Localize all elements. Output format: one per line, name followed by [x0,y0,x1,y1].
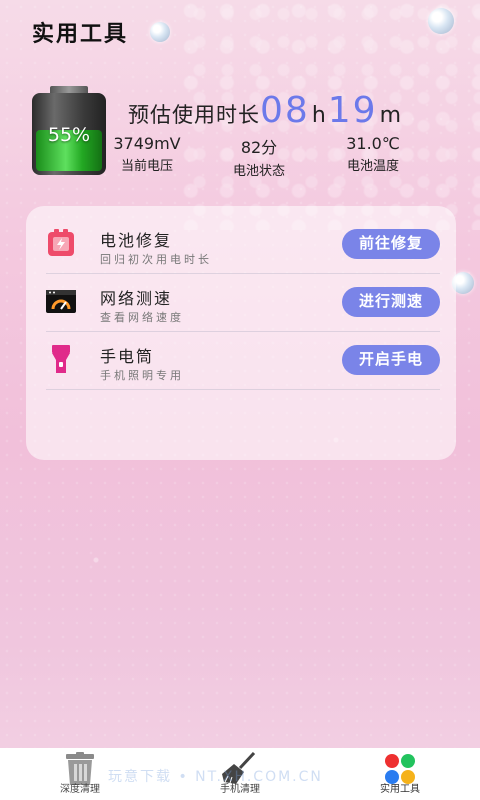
stat-value: 82分 [240,138,278,157]
app-header: 实用工具 [0,0,480,62]
watermark: 玩意下载 • NT.XH.COM.CN [108,769,323,785]
estimate-minutes-unit: m [379,103,402,128]
decor-pearl [428,8,454,34]
tool-row-battery-repair: 电池修复 回归初次用电时长 前往修复 [46,216,440,274]
flashlight-icon [46,344,76,374]
speedometer-icon [46,286,76,316]
tool-row-flashlight: 手电筒 手机照明专用 开启手电 [46,332,440,390]
tool-desc: 回归初次用电时长 [100,253,212,266]
estimated-usage-time: 预估使用时长 08 h 19 m [128,90,403,131]
estimate-hours-unit: h [311,103,326,128]
tools-card: 电池修复 回归初次用电时长 前往修复 网络测速 查看网络速度 进行测速 手电筒 … [26,206,456,460]
nav-label: 实用工具 [380,784,420,795]
battery-info: 55% 预估使用时长 08 h 19 m 3749mV 当前电压 82分 电池状… [0,80,480,180]
stat-label: 电池温度 [346,159,399,174]
stat-health: 82分 电池状态 [204,134,314,179]
estimate-hours: 08 [260,90,310,131]
battery-repair-icon [46,228,76,258]
stat-temperature: 31.0℃ 电池温度 [318,134,428,174]
stat-value: 3749mV [113,134,181,153]
estimate-label: 预估使用时长 [128,103,260,127]
estimate-minutes: 19 [327,90,378,131]
decor-pearl [150,22,170,42]
page-title: 实用工具 [32,22,129,47]
stat-label: 当前电压 [120,159,173,174]
tool-desc: 手机照明专用 [100,369,184,382]
battery-stats: 3749mV 当前电压 82分 电池状态 31.0℃ 电池温度 [113,134,448,179]
stat-label: 电池状态 [232,164,285,179]
repair-button[interactable]: 前往修复 [342,229,440,259]
tool-row-speed-test: 网络测速 查看网络速度 进行测速 [46,274,440,332]
stat-voltage: 3749mV 当前电压 [92,134,202,174]
stat-value: 31.0℃ [346,134,400,153]
nav-item-tools[interactable]: 实用工具 [350,748,450,800]
tool-name: 电池修复 [100,231,173,250]
speed-test-button[interactable]: 进行测速 [342,287,440,317]
tool-desc: 查看网络速度 [100,311,184,324]
tool-name: 手电筒 [100,347,155,366]
tool-name: 网络测速 [100,289,173,308]
flashlight-button[interactable]: 开启手电 [342,345,440,375]
